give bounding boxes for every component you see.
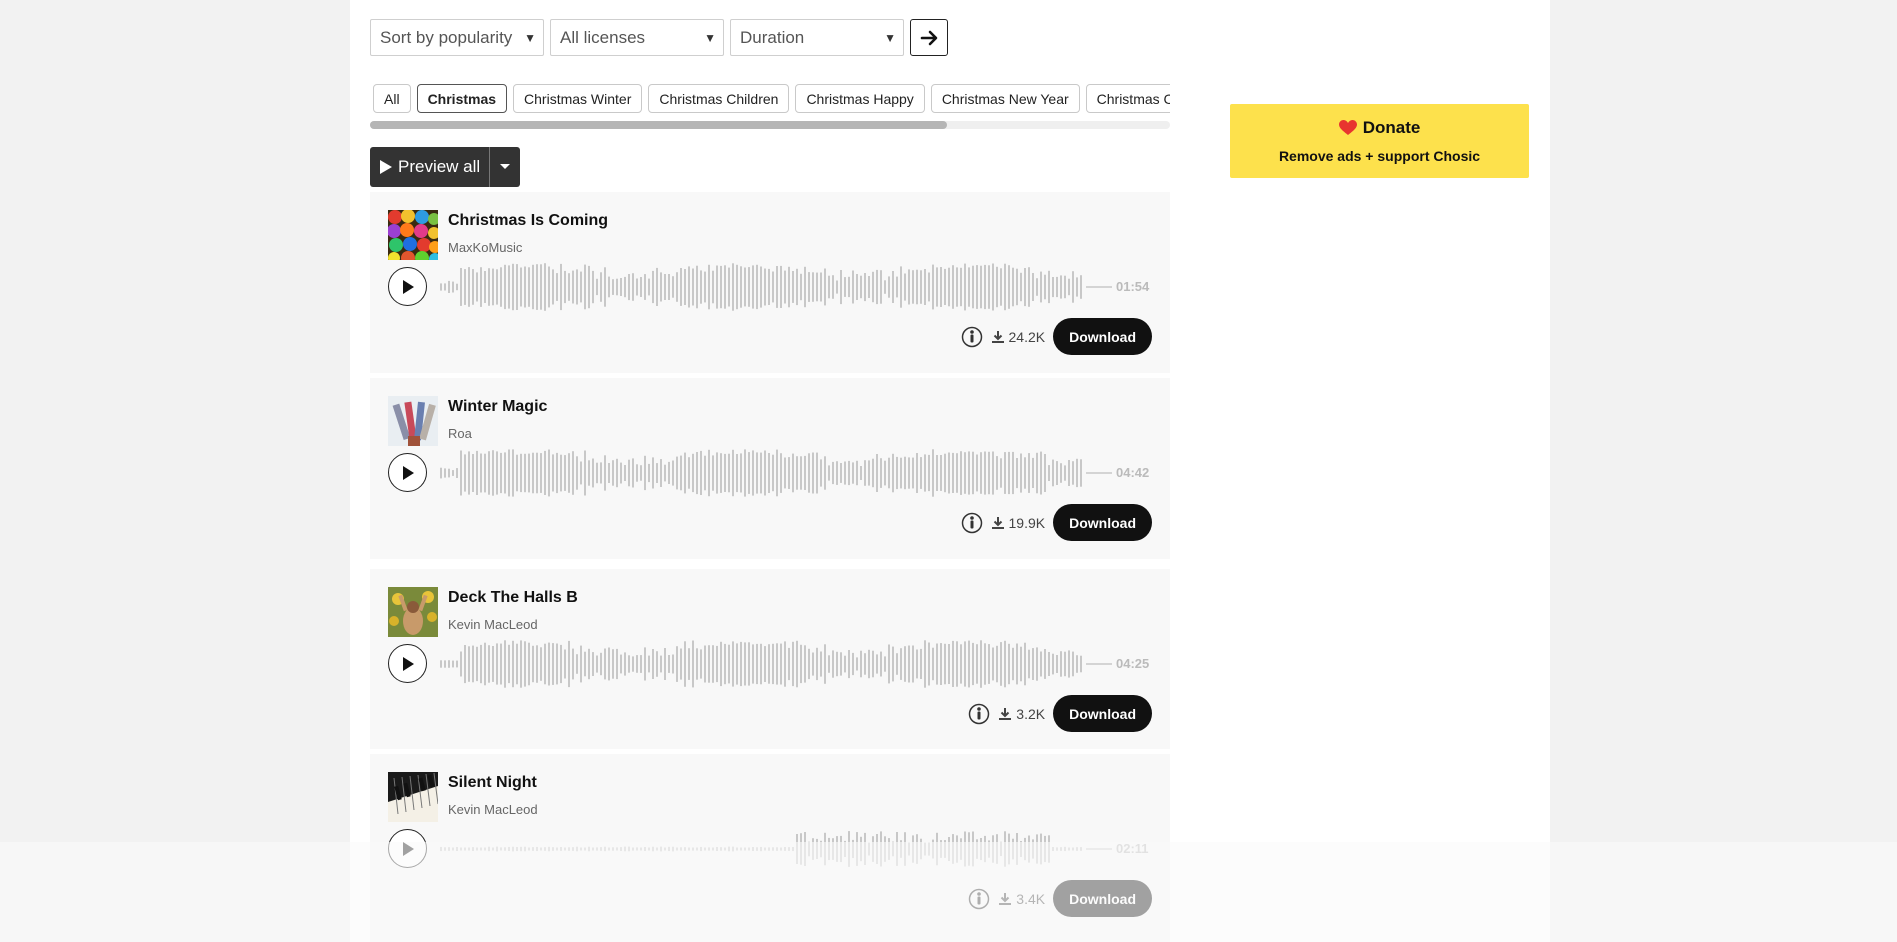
- arrow-right-icon: [920, 30, 938, 45]
- track-duration: 04:25: [1116, 656, 1150, 671]
- track-title[interactable]: Deck The Halls B: [448, 589, 578, 607]
- download-button[interactable]: Download: [1053, 504, 1152, 541]
- tag-chip[interactable]: Christmas Children: [648, 84, 790, 113]
- play-icon: [380, 160, 392, 174]
- download-button[interactable]: Download: [1053, 880, 1152, 917]
- play-button[interactable]: [388, 829, 427, 868]
- download-button[interactable]: Download: [1053, 695, 1152, 732]
- waveform[interactable]: [438, 821, 1113, 877]
- page: Sort by popularity ▼ All licenses ▼ Dura…: [350, 0, 1550, 942]
- download-icon: [999, 707, 1012, 720]
- donate-banner[interactable]: Donate Remove ads + support Chosic: [1230, 104, 1529, 178]
- preview-all-button[interactable]: Preview all: [370, 147, 489, 187]
- track-duration: 01:54: [1116, 279, 1150, 294]
- download-icon: [991, 516, 1004, 529]
- caret-down-icon: [500, 164, 511, 169]
- download-count: 3.4K: [998, 891, 1045, 907]
- duration-select-value: Duration: [740, 27, 805, 47]
- download-count-value: 3.2K: [1016, 705, 1046, 722]
- license-icon[interactable]: [968, 703, 990, 725]
- track-artist[interactable]: Kevin MacLeod: [448, 617, 538, 632]
- download-icon: [999, 892, 1012, 905]
- track-meta: 3.4K Download: [968, 880, 1152, 917]
- track-thumbnail: [388, 396, 438, 446]
- tag-chip[interactable]: Christmas Winter: [513, 84, 643, 113]
- chips-scrollbar[interactable]: [370, 121, 1170, 129]
- track-artist[interactable]: Roa: [448, 426, 472, 441]
- tag-chip[interactable]: All: [373, 84, 411, 113]
- filter-bar: Sort by popularity ▼ All licenses ▼ Dura…: [370, 19, 948, 56]
- license-icon[interactable]: [968, 888, 990, 910]
- download-icon: [991, 330, 1004, 343]
- download-count-value: 3.4K: [1016, 890, 1046, 907]
- chevron-down-icon: ▼: [524, 30, 536, 45]
- waveform[interactable]: [438, 445, 1113, 501]
- sort-select[interactable]: Sort by popularity ▼: [370, 19, 544, 56]
- download-count: 19.9K: [991, 514, 1046, 531]
- tag-chip[interactable]: Christmas Celebration: [1085, 84, 1170, 113]
- donate-subtitle: Remove ads + support Chosic: [1278, 148, 1481, 164]
- chevron-down-icon: ▼: [704, 30, 716, 45]
- tag-chip[interactable]: Christmas Happy: [795, 84, 925, 113]
- download-count: 3.2K: [998, 706, 1045, 722]
- track-card: Silent Night Kevin MacLeod 02:11 3.4K Do…: [370, 754, 1170, 942]
- play-icon: [402, 841, 414, 856]
- play-icon: [402, 465, 414, 480]
- track-duration: 02:11: [1116, 841, 1149, 856]
- waveform[interactable]: [438, 636, 1113, 692]
- waveform[interactable]: [438, 259, 1113, 315]
- donate-title: Donate: [1362, 118, 1421, 137]
- chips-scrollbar-thumb[interactable]: [370, 121, 947, 129]
- download-count: 24.2K: [991, 328, 1046, 345]
- download-count-value: 19.9K: [1008, 514, 1046, 531]
- download-button[interactable]: Download: [1053, 318, 1152, 355]
- download-count-value: 24.2K: [1008, 328, 1046, 345]
- play-button[interactable]: [388, 644, 427, 683]
- play-button[interactable]: [388, 453, 427, 492]
- track-artist[interactable]: MaxKoMusic: [448, 240, 522, 255]
- play-icon: [402, 279, 414, 294]
- license-select[interactable]: All licenses ▼: [550, 19, 724, 56]
- license-select-value: All licenses: [560, 27, 646, 47]
- tag-chips: All Christmas Christmas Winter Christmas Ch…: [370, 84, 1170, 113]
- tag-chip[interactable]: Christmas New Year: [930, 84, 1080, 113]
- play-icon: [402, 656, 414, 671]
- heart-icon: [1338, 120, 1357, 135]
- track-title[interactable]: Silent Night: [448, 774, 537, 792]
- track-title[interactable]: Christmas Is Coming: [448, 212, 608, 230]
- preview-options-button[interactable]: [490, 147, 520, 187]
- track-card: Winter Magic Roa 04:42 19.9K Download: [370, 378, 1170, 559]
- track-thumbnail: [388, 587, 438, 637]
- track-title[interactable]: Winter Magic: [448, 398, 547, 416]
- tag-chip[interactable]: Christmas: [416, 84, 508, 113]
- sort-select-value: Sort by popularity: [380, 27, 513, 47]
- chevron-down-icon: ▼: [884, 30, 896, 45]
- track-meta: 24.2K Download: [961, 318, 1152, 355]
- track-card: Deck The Halls B Kevin MacLeod 04:25 3.2…: [370, 569, 1170, 749]
- track-duration: 04:42: [1116, 465, 1150, 480]
- track-thumbnail: [388, 772, 438, 822]
- track-meta: 3.2K Download: [968, 695, 1152, 732]
- track-meta: 19.9K Download: [961, 504, 1152, 541]
- track-card: Christmas Is Coming MaxKoMusic 01:54 24.…: [370, 192, 1170, 373]
- duration-select[interactable]: Duration ▼: [730, 19, 904, 56]
- donate-title-row: Donate: [1230, 118, 1529, 138]
- apply-filters-button[interactable]: [910, 19, 948, 56]
- preview-all-label: Preview all: [398, 157, 481, 176]
- track-thumbnail: [388, 210, 438, 260]
- license-icon[interactable]: [961, 326, 983, 348]
- license-icon[interactable]: [961, 512, 983, 534]
- preview-all-group: Preview all: [370, 147, 521, 187]
- track-artist[interactable]: Kevin MacLeod: [448, 802, 538, 817]
- play-button[interactable]: [388, 267, 427, 306]
